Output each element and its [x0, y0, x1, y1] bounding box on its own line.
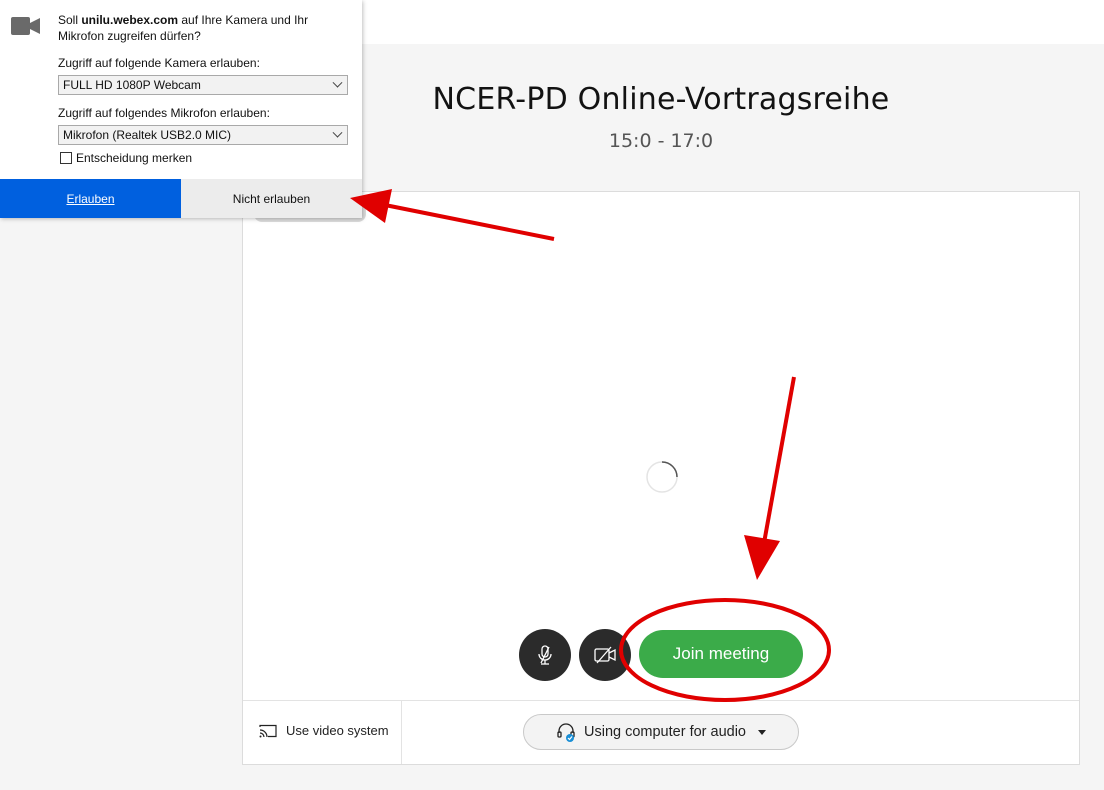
camera-select-value: FULL HD 1080P Webcam: [63, 78, 201, 92]
remember-decision-label: Entscheidung merken: [76, 151, 193, 165]
join-meeting-button[interactable]: Join meeting: [639, 630, 803, 678]
use-video-system-label: Use video system: [286, 723, 389, 738]
meeting-title: NCER-PD Online-Vortragsreihe: [432, 82, 890, 117]
remember-decision-checkbox[interactable]: Entscheidung merken: [60, 151, 192, 165]
audio-connection-dropdown[interactable]: Using computer for audio: [523, 714, 799, 750]
cast-icon: [259, 724, 277, 737]
use-video-system-button[interactable]: Use video system: [259, 723, 389, 738]
camera-select-label: Zugriff auf folgende Kamera erlauben:: [58, 56, 260, 70]
chevron-down-icon: [332, 127, 343, 138]
mute-button[interactable]: [519, 629, 571, 681]
meeting-time: 15:0 - 17:0: [608, 130, 714, 152]
checkbox-box[interactable]: [60, 152, 72, 164]
microphone-muted-icon: [538, 645, 552, 665]
chevron-down-icon: [332, 77, 343, 88]
loading-spinner-icon: [646, 461, 678, 493]
headset-icon: [557, 723, 575, 742]
question-domain: unilu.webex.com: [81, 13, 179, 27]
camera-off-icon: [594, 646, 616, 664]
microphone-select[interactable]: Mikrofon (Realtek USB2.0 MIC): [58, 125, 348, 145]
question-prefix: Soll: [58, 13, 82, 27]
permission-question: Soll unilu.webex.com auf Ihre Kamera und…: [58, 12, 328, 44]
camera-select[interactable]: FULL HD 1080P Webcam: [58, 75, 348, 95]
footer-divider: [243, 700, 1079, 701]
video-camera-icon: [11, 17, 40, 35]
deny-button[interactable]: Nicht erlauben: [181, 179, 362, 218]
stop-video-button[interactable]: [579, 629, 631, 681]
permission-dialog: Soll unilu.webex.com auf Ihre Kamera und…: [0, 0, 362, 218]
footer-vertical-divider: [401, 701, 402, 764]
microphone-select-label: Zugriff auf folgendes Mikrofon erlauben:: [58, 106, 270, 120]
audio-connection-label: Using computer for audio: [584, 724, 746, 740]
allow-button[interactable]: Erlauben: [0, 179, 181, 218]
chevron-down-icon: [758, 729, 766, 735]
video-preview-card: Join meeting Use video system Using comp…: [242, 191, 1080, 765]
microphone-select-value: Mikrofon (Realtek USB2.0 MIC): [63, 128, 232, 142]
